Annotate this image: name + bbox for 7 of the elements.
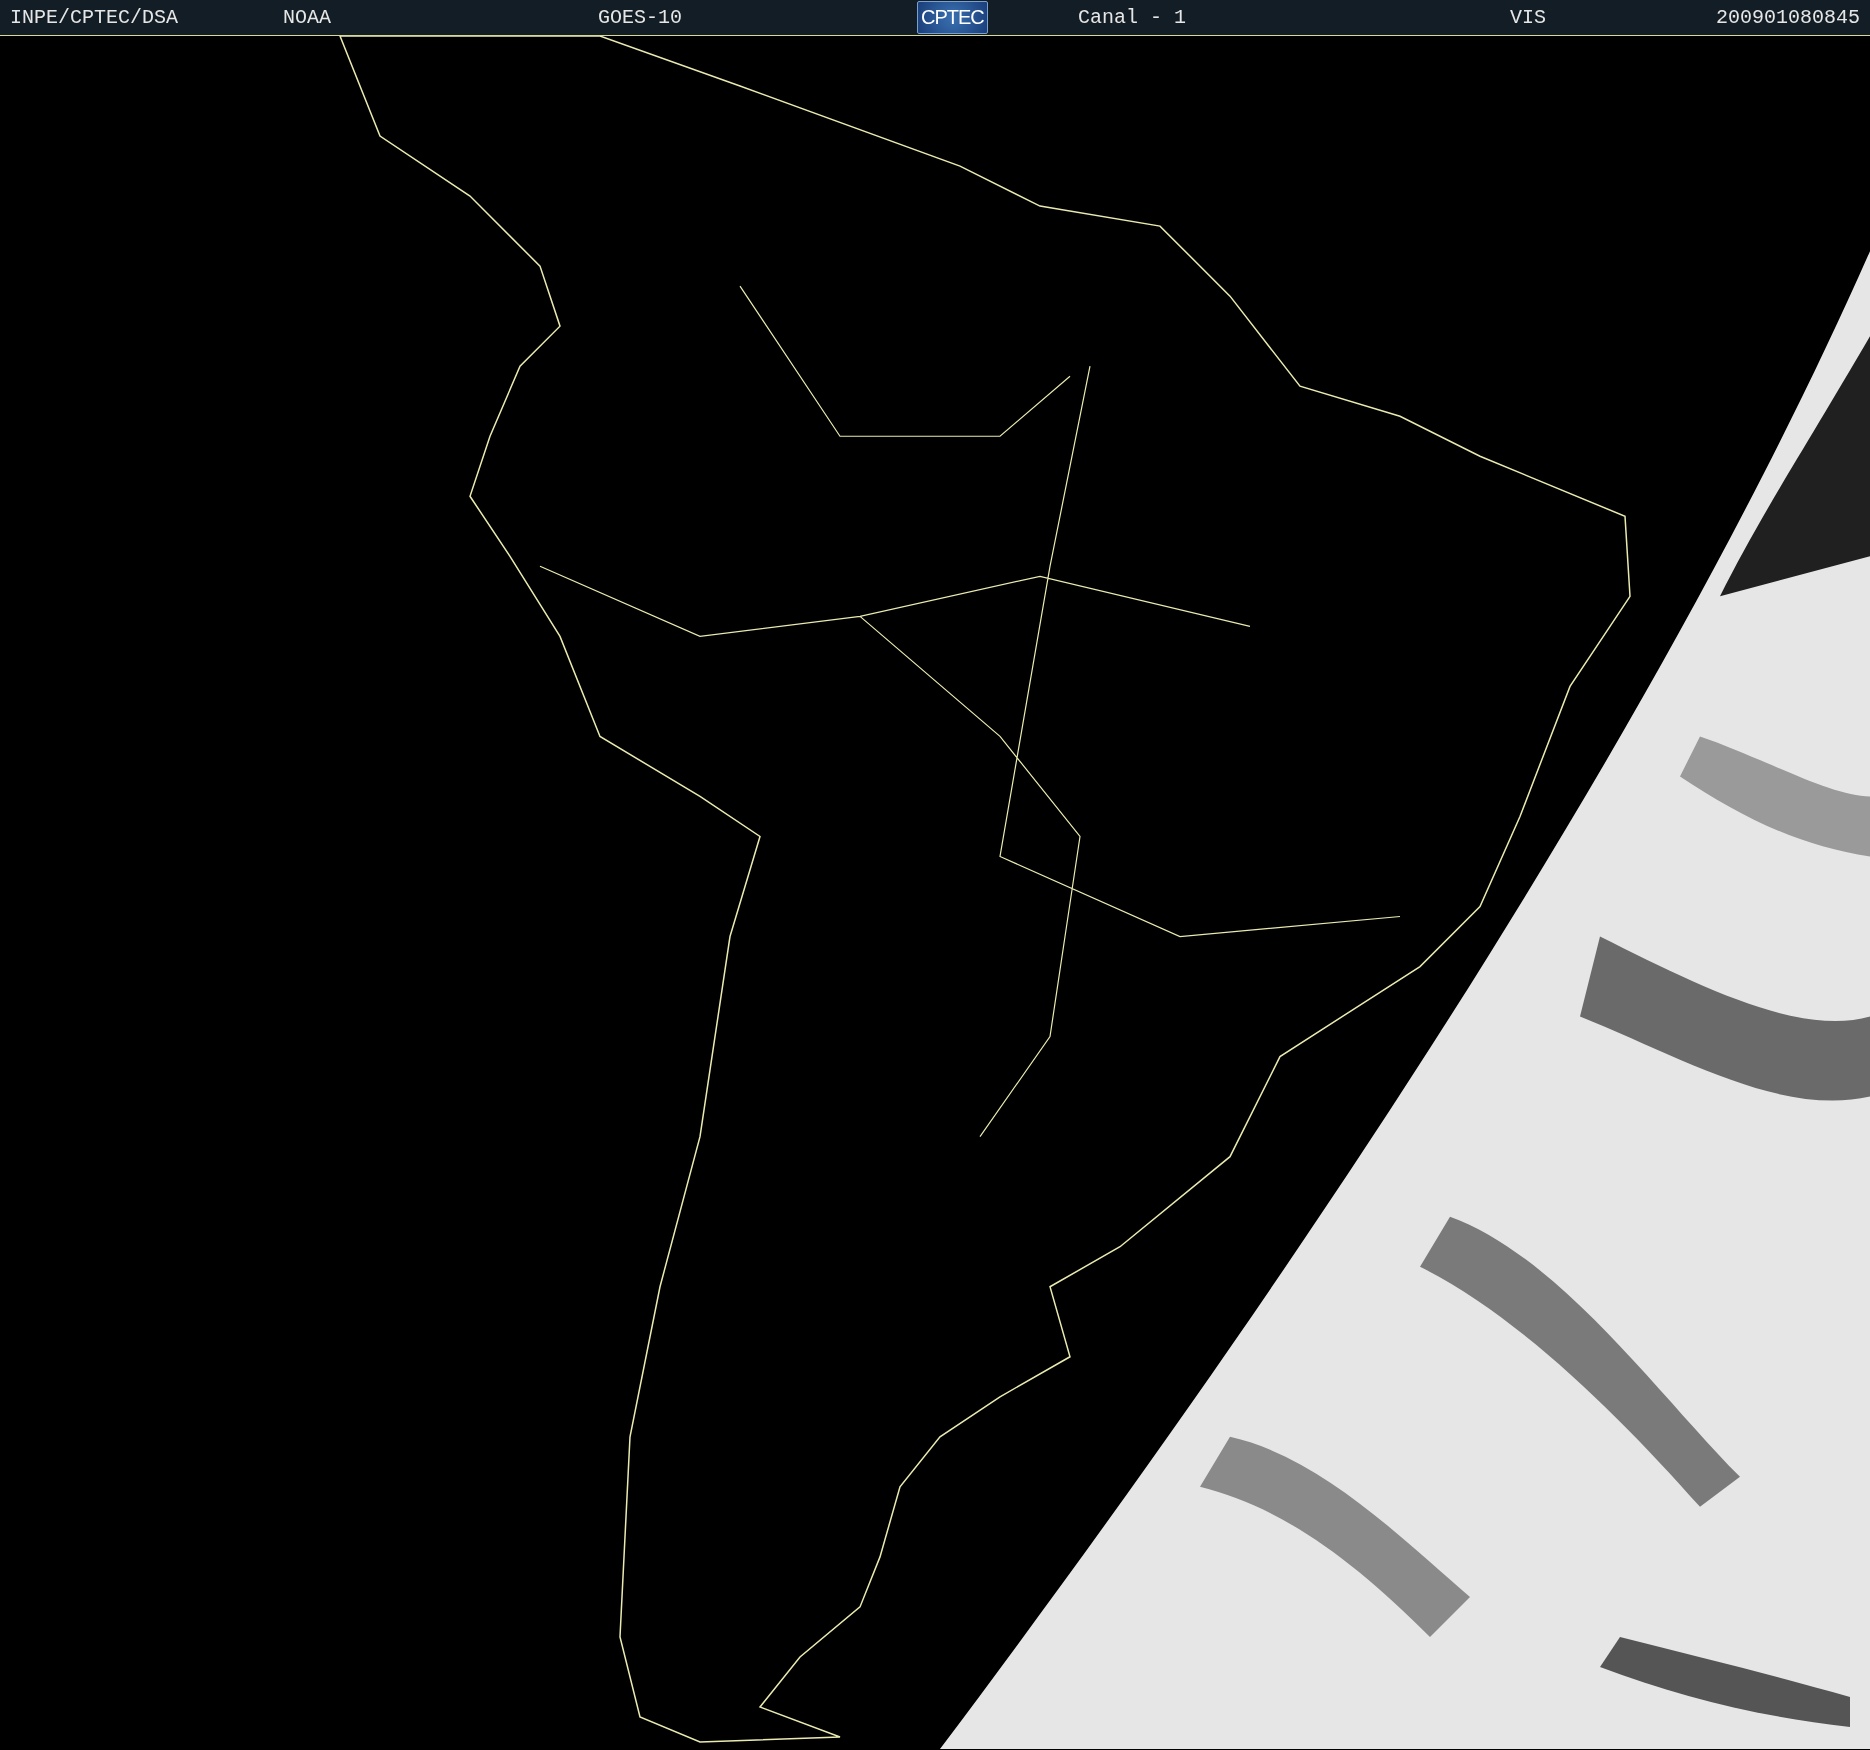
band-label: VIS (1510, 6, 1546, 29)
organization-label: INPE/CPTEC/DSA (10, 6, 179, 29)
satellite-label: GOES-10 (598, 6, 682, 29)
timestamp-label: 200901080845 (1715, 6, 1860, 29)
agency-label: NOAA (283, 6, 331, 29)
channel-label: Canal - 1 (1078, 6, 1187, 29)
logo: CPTEC (917, 1, 988, 34)
